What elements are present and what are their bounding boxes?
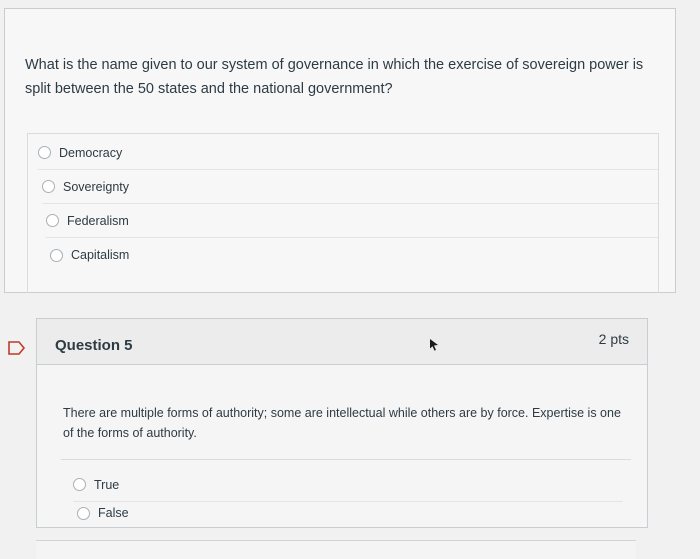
question-4-answers: Democracy Sovereignty Federalism Capital… [27,133,659,293]
next-question-edge [36,540,636,559]
answer-option-sovereignty[interactable]: Sovereignty [42,170,658,204]
question-5-answers: True False [61,459,631,529]
answer-label: Sovereignty [63,179,130,194]
radio-button[interactable] [42,180,55,193]
radio-button[interactable] [73,478,86,491]
flag-icon[interactable] [8,341,26,355]
radio-button[interactable] [38,146,51,159]
answer-label: Federalism [67,213,129,228]
question-4-text: What is the name given to our system of … [25,57,644,97]
answer-option-democracy[interactable]: Democracy [38,136,658,170]
radio-button[interactable] [46,214,59,227]
question-5-card: Question 5 2 pts There are multiple form… [36,318,648,528]
mouse-pointer-icon [430,339,438,351]
radio-button[interactable] [77,506,90,520]
question-4-card: What is the name given to our system of … [4,8,676,293]
answer-option-false[interactable]: False [77,496,623,530]
answer-label: Democracy [59,145,123,160]
question-title: Question 5 [55,337,133,354]
question-5-text: There are multiple forms of authority; s… [63,406,621,440]
answer-option-federalism[interactable]: Federalism [46,204,658,238]
answer-label: False [98,506,129,520]
answer-label: Capitalism [71,248,130,262]
radio-button[interactable] [50,248,63,262]
answer-label: True [94,477,120,492]
question-points: 2 pts [598,331,629,347]
answer-option-capitalism[interactable]: Capitalism [50,238,658,272]
question-5-header: Question 5 2 pts [37,319,647,365]
